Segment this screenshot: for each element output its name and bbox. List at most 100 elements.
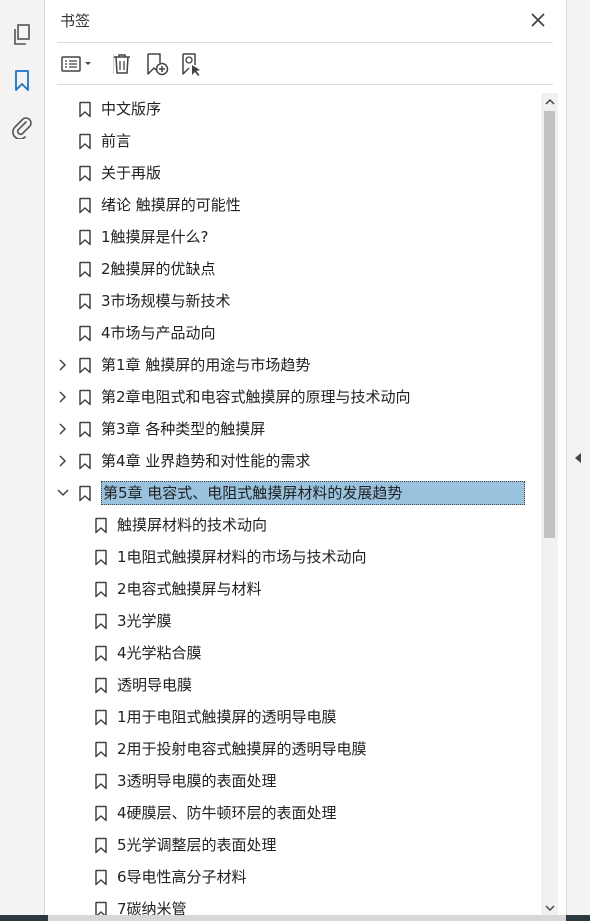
- chevron-right-icon[interactable]: [56, 454, 70, 468]
- bookmark-icon: [94, 677, 108, 694]
- bookmark-item[interactable]: 绪论 触摸屏的可能性: [45, 190, 543, 220]
- bookmark-item[interactable]: 1电阻式触摸屏材料的市场与技术动向: [45, 542, 543, 572]
- bookmark-label: 第4章 业界趋势和对性能的需求: [101, 452, 311, 470]
- navigation-rail: [0, 0, 45, 921]
- bookmark-icon: [78, 261, 92, 278]
- bookmark-item[interactable]: 3市场规模与新技术: [45, 286, 543, 316]
- bookmark-icon: [78, 293, 92, 310]
- panel-collapse-strip[interactable]: [566, 0, 590, 921]
- bookmark-label: 关于再版: [101, 164, 162, 182]
- bookmark-item[interactable]: 1触摸屏是什么?: [45, 222, 543, 252]
- bookmark-item[interactable]: 3光学膜: [45, 606, 543, 636]
- bookmark-label: 2触摸屏的优缺点: [101, 260, 216, 278]
- close-icon[interactable]: [527, 9, 549, 31]
- bookmark-label: 4光学粘合膜: [117, 644, 202, 662]
- bookmark-label: 1电阻式触摸屏材料的市场与技术动向: [117, 548, 367, 566]
- bookmark-icon: [78, 133, 92, 150]
- bookmark-label: 4市场与产品动向: [101, 324, 216, 342]
- bookmark-icon: [94, 613, 108, 630]
- bookmark-label: 3光学膜: [117, 612, 172, 630]
- bookmark-label: 1用于电阻式触摸屏的透明导电膜: [117, 708, 337, 726]
- bookmark-icon: [78, 325, 92, 342]
- delete-bookmark-icon[interactable]: [109, 50, 135, 78]
- bookmark-label: 前言: [101, 132, 132, 150]
- bookmark-item[interactable]: 前言: [45, 126, 543, 156]
- bookmark-icon: [94, 645, 108, 662]
- bookmark-icon: [94, 549, 108, 566]
- bookmark-label: 绪论 触摸屏的可能性: [101, 196, 241, 214]
- bookmark-label: 中文版序: [101, 100, 162, 118]
- bookmark-item[interactable]: 4光学粘合膜: [45, 638, 543, 668]
- options-menu-icon[interactable]: [59, 50, 95, 78]
- collapse-panel-icon[interactable]: [573, 452, 583, 464]
- bookmark-item[interactable]: 4市场与产品动向: [45, 318, 543, 348]
- bookmark-icon: [78, 389, 92, 406]
- bookmark-icon: [94, 805, 108, 822]
- bookmark-icon: [94, 901, 108, 916]
- status-strip: [0, 915, 590, 921]
- bookmark-item[interactable]: 2触摸屏的优缺点: [45, 254, 543, 284]
- bookmark-label: 透明导电膜: [117, 676, 193, 694]
- bookmark-item[interactable]: 6导电性高分子材料: [45, 862, 543, 892]
- bookmark-icon[interactable]: [9, 68, 35, 94]
- bookmark-tree: 中文版序前言关于再版绪论 触摸屏的可能性 1触摸屏是什么? 2触摸屏的优缺点 3市场规…: [45, 94, 543, 916]
- chevron-right-icon[interactable]: [56, 390, 70, 404]
- bookmark-icon: [78, 101, 92, 118]
- bookmark-item[interactable]: 第3章 各种类型的触摸屏: [45, 414, 543, 444]
- bookmark-item[interactable]: 2电容式触摸屏与材料: [45, 574, 543, 604]
- bookmark-label: 6导电性高分子材料: [117, 868, 247, 886]
- bookmark-icon: [94, 517, 108, 534]
- attachment-icon[interactable]: [9, 114, 35, 140]
- bookmark-item[interactable]: 1用于电阻式触摸屏的透明导电膜: [45, 702, 543, 732]
- bookmark-icon: [78, 485, 92, 502]
- bookmark-item[interactable]: 触摸屏材料的技术动向: [45, 510, 543, 540]
- bookmark-label: 2用于投射电容式触摸屏的透明导电膜: [117, 740, 367, 758]
- bookmark-label: 7碳纳米管: [117, 900, 187, 916]
- bookmark-label: 触摸屏材料的技术动向: [117, 516, 268, 534]
- scrollbar-thumb[interactable]: [544, 111, 555, 538]
- bookmark-label: 第5章 电容式、电阻式触摸屏材料的发展趋势: [101, 481, 526, 505]
- panel-title: 书签: [60, 12, 91, 30]
- bookmark-item[interactable]: 关于再版: [45, 158, 543, 188]
- chevron-right-icon[interactable]: [56, 358, 70, 372]
- new-bookmark-icon[interactable]: [143, 50, 171, 78]
- bookmark-icon: [94, 741, 108, 758]
- bookmark-item[interactable]: 第5章 电容式、电阻式触摸屏材料的发展趋势: [45, 478, 543, 508]
- bookmark-icon: [78, 197, 92, 214]
- bookmark-label: 1触摸屏是什么?: [101, 228, 209, 246]
- vertical-scrollbar[interactable]: [541, 93, 558, 916]
- bookmark-item[interactable]: 7碳纳米管: [45, 894, 543, 916]
- bookmark-icon: [78, 421, 92, 438]
- status-strip-left: [0, 915, 48, 921]
- bookmark-label: 3市场规模与新技术: [101, 292, 231, 310]
- bookmark-icon: [94, 837, 108, 854]
- bookmark-label: 第1章 触摸屏的用途与市场趋势: [101, 356, 311, 374]
- bookmark-item[interactable]: 4硬膜层、防牛顿环层的表面处理: [45, 798, 543, 828]
- bookmark-item[interactable]: 5光学调整层的表面处理: [45, 830, 543, 860]
- bookmark-label: 3透明导电膜的表面处理: [117, 772, 277, 790]
- bookmarks-panel: 书签 中文版序 前言 关于再版 绪论 触摸屏的可能性 1触摸屏是什么? 2触摸屏…: [45, 0, 566, 916]
- bookmark-label: 第3章 各种类型的触摸屏: [101, 420, 266, 438]
- chevron-down-icon[interactable]: [56, 486, 70, 500]
- page-thumbnails-icon[interactable]: [9, 22, 35, 48]
- bookmark-item[interactable]: 2用于投射电容式触摸屏的透明导电膜: [45, 734, 543, 764]
- bookmark-item[interactable]: 第1章 触摸屏的用途与市场趋势: [45, 350, 543, 380]
- bookmark-item[interactable]: 透明导电膜: [45, 670, 543, 700]
- bookmark-item[interactable]: 中文版序: [45, 94, 543, 124]
- bookmark-icon: [94, 773, 108, 790]
- bookmarks-toolbar: [57, 48, 553, 80]
- bookmark-icon: [78, 357, 92, 374]
- bookmark-icon: [78, 229, 92, 246]
- scroll-up-icon[interactable]: [541, 93, 558, 110]
- divider: [57, 42, 553, 43]
- status-strip-right: [566, 915, 590, 921]
- bookmark-icon: [78, 453, 92, 470]
- bookmark-item[interactable]: 第4章 业界趋势和对性能的需求: [45, 446, 543, 476]
- scroll-down-icon[interactable]: [541, 899, 558, 916]
- divider: [57, 84, 553, 85]
- bookmark-item[interactable]: 3透明导电膜的表面处理: [45, 766, 543, 796]
- bookmark-label: 2电容式触摸屏与材料: [117, 580, 262, 598]
- bookmark-item[interactable]: 第2章电阻式和电容式触摸屏的原理与技术动向: [45, 382, 543, 412]
- chevron-right-icon[interactable]: [56, 422, 70, 436]
- find-current-bookmark-icon[interactable]: [177, 50, 205, 78]
